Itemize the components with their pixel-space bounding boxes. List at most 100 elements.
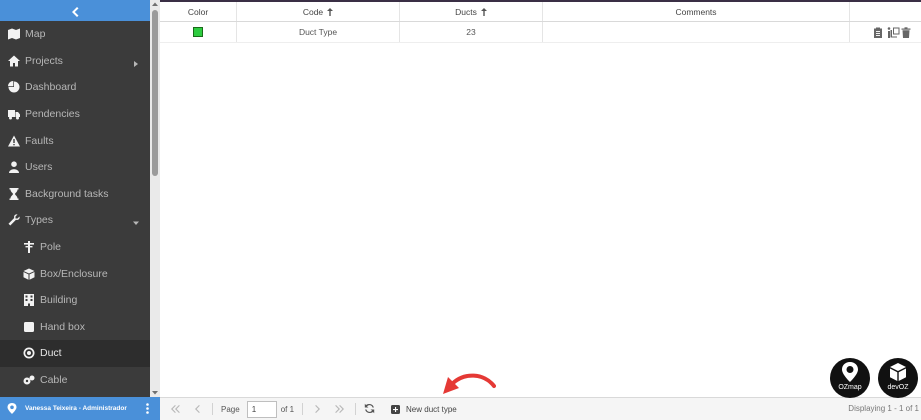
actions-cell (850, 22, 921, 42)
column-label: Comments (675, 6, 717, 17)
trash-icon[interactable] (901, 26, 911, 38)
sidebar-item-label: Dashboard (25, 81, 77, 94)
column-header-color[interactable]: Color (160, 2, 237, 21)
sidebar-item-dashboard[interactable]: Dashboard (0, 74, 150, 101)
sidebar-item-pole[interactable]: Pole (0, 234, 150, 261)
cube-icon (22, 268, 35, 280)
column-label: Color (187, 6, 209, 17)
page-number-input[interactable] (246, 400, 277, 418)
sidebar-item-label: Building (40, 294, 78, 307)
sidebar-item-label: Duct (40, 347, 62, 360)
sidebar-item-label: Background tasks (25, 187, 109, 200)
toolbar-separator (355, 403, 357, 415)
sidebar-item-faults[interactable]: Faults (0, 127, 150, 154)
user-name: Vanessa Teixeira - Administrador (25, 405, 127, 412)
color-swatch (193, 27, 203, 37)
building-icon (22, 294, 35, 307)
code-cell: Duct Type (237, 22, 400, 42)
sidebar-item-label: Pole (40, 241, 62, 254)
sidebar-item-label: Map (25, 28, 46, 41)
toolbar-separator (376, 403, 377, 415)
sort-arrow-up-icon (480, 7, 487, 16)
prev-page-icon[interactable] (190, 403, 204, 415)
scroll-up-icon[interactable] (150, 0, 160, 9)
annotation-arrow (443, 373, 496, 394)
column-header-actions (850, 2, 921, 21)
column-header-ducts[interactable]: Ducts (400, 2, 543, 21)
sidebar-item-building[interactable]: Building (0, 287, 150, 314)
sidebar-item-types[interactable]: Types (0, 207, 150, 234)
cable-icon (22, 374, 35, 386)
scrollbar-thumb[interactable] (152, 10, 158, 176)
display-summary: Displaying 1 - 1 of 1 (848, 404, 919, 413)
column-label: Ducts (455, 6, 477, 17)
sidebar-scrollbar[interactable] (150, 0, 160, 397)
sidebar-item-hand-box[interactable]: Hand box (0, 314, 150, 341)
new-duct-type-button[interactable]: New duct type (391, 404, 457, 414)
user-icon (7, 161, 20, 174)
collapse-sidebar-button[interactable] (0, 0, 150, 21)
chevron-right-icon (133, 58, 139, 67)
new-duct-type-label: New duct type (406, 404, 457, 414)
toolbar-separator (212, 403, 213, 415)
sidebar-item-cable[interactable]: Cable (0, 367, 150, 394)
copy-icon[interactable] (890, 27, 900, 38)
scroll-down-icon[interactable] (150, 388, 160, 397)
sidebar-item-projects[interactable]: Projects (0, 48, 150, 75)
comments-cell (543, 22, 850, 42)
wrench-icon (7, 214, 20, 226)
dot-circle-icon (22, 347, 35, 359)
sidebar-item-label: Projects (25, 54, 63, 67)
refresh-icon[interactable] (364, 403, 376, 415)
truck-icon (7, 108, 20, 120)
sidebar-item-background-tasks[interactable]: Background tasks (0, 181, 150, 208)
next-page-icon[interactable] (311, 403, 325, 415)
sidebar-item-label: Hand box (40, 320, 85, 333)
plus-square-icon (391, 404, 401, 414)
grid-header: Color Code Ducts Comments (160, 2, 921, 22)
sidebar-item-label: Cable (40, 374, 68, 387)
info-icon[interactable] (884, 26, 891, 38)
page-label: Page (221, 404, 240, 414)
first-page-icon[interactable] (168, 403, 182, 415)
clipboard-icon[interactable] (873, 27, 883, 38)
map-icon (7, 28, 20, 40)
sidebar-menu: Map Projects Dashboard Pendencies Faults… (0, 21, 150, 393)
sidebar-item-label: Types (25, 214, 54, 227)
ozmap-logo-text: OZmap (838, 384, 862, 391)
column-label: Code (302, 6, 324, 17)
pie-chart-icon (7, 81, 20, 93)
sidebar-item-duct[interactable]: Duct (0, 340, 150, 367)
sidebar-item-pendencies[interactable]: Pendencies (0, 101, 150, 128)
home-icon (7, 55, 20, 67)
page-count: of 1 (280, 404, 295, 414)
warning-icon (7, 135, 20, 147)
color-cell (160, 22, 237, 42)
ozmap-logo: OZmap (830, 358, 870, 398)
sidebar-item-label: Box/Enclosure (40, 267, 108, 280)
square-icon (22, 321, 35, 333)
sidebar: Map Projects Dashboard Pendencies Faults… (0, 0, 160, 420)
column-header-code[interactable]: Code (237, 2, 400, 21)
hourglass-icon (7, 187, 20, 200)
devoz-logo-text: devOZ (887, 384, 909, 391)
devoz-logo: devOZ (878, 358, 918, 398)
kebab-menu-icon[interactable] (146, 403, 149, 414)
caret-down-icon (133, 217, 139, 226)
duct-types-grid: Color Code Ducts Comments Duct Type 23 (160, 2, 921, 43)
sort-arrow-up-icon (327, 7, 334, 16)
last-page-icon[interactable] (333, 403, 347, 415)
location-pin-icon (7, 402, 17, 415)
sidebar-item-box-enclosure[interactable]: Box/Enclosure (0, 260, 150, 287)
sidebar-item-users[interactable]: Users (0, 154, 150, 181)
table-row[interactable]: Duct Type 23 (160, 22, 921, 43)
ducts-cell: 23 (400, 22, 543, 42)
sidebar-item-map[interactable]: Map (0, 21, 150, 48)
column-header-comments[interactable]: Comments (543, 2, 850, 21)
pole-icon (22, 241, 35, 254)
sidebar-item-label: Faults (25, 134, 54, 147)
toolbar-separator (302, 403, 304, 415)
user-bar[interactable]: Vanessa Teixeira - Administrador (0, 397, 160, 420)
sidebar-item-label: Users (25, 161, 53, 174)
paging-toolbar: Page of 1 New duct type Displaying 1 - 1… (160, 397, 921, 420)
